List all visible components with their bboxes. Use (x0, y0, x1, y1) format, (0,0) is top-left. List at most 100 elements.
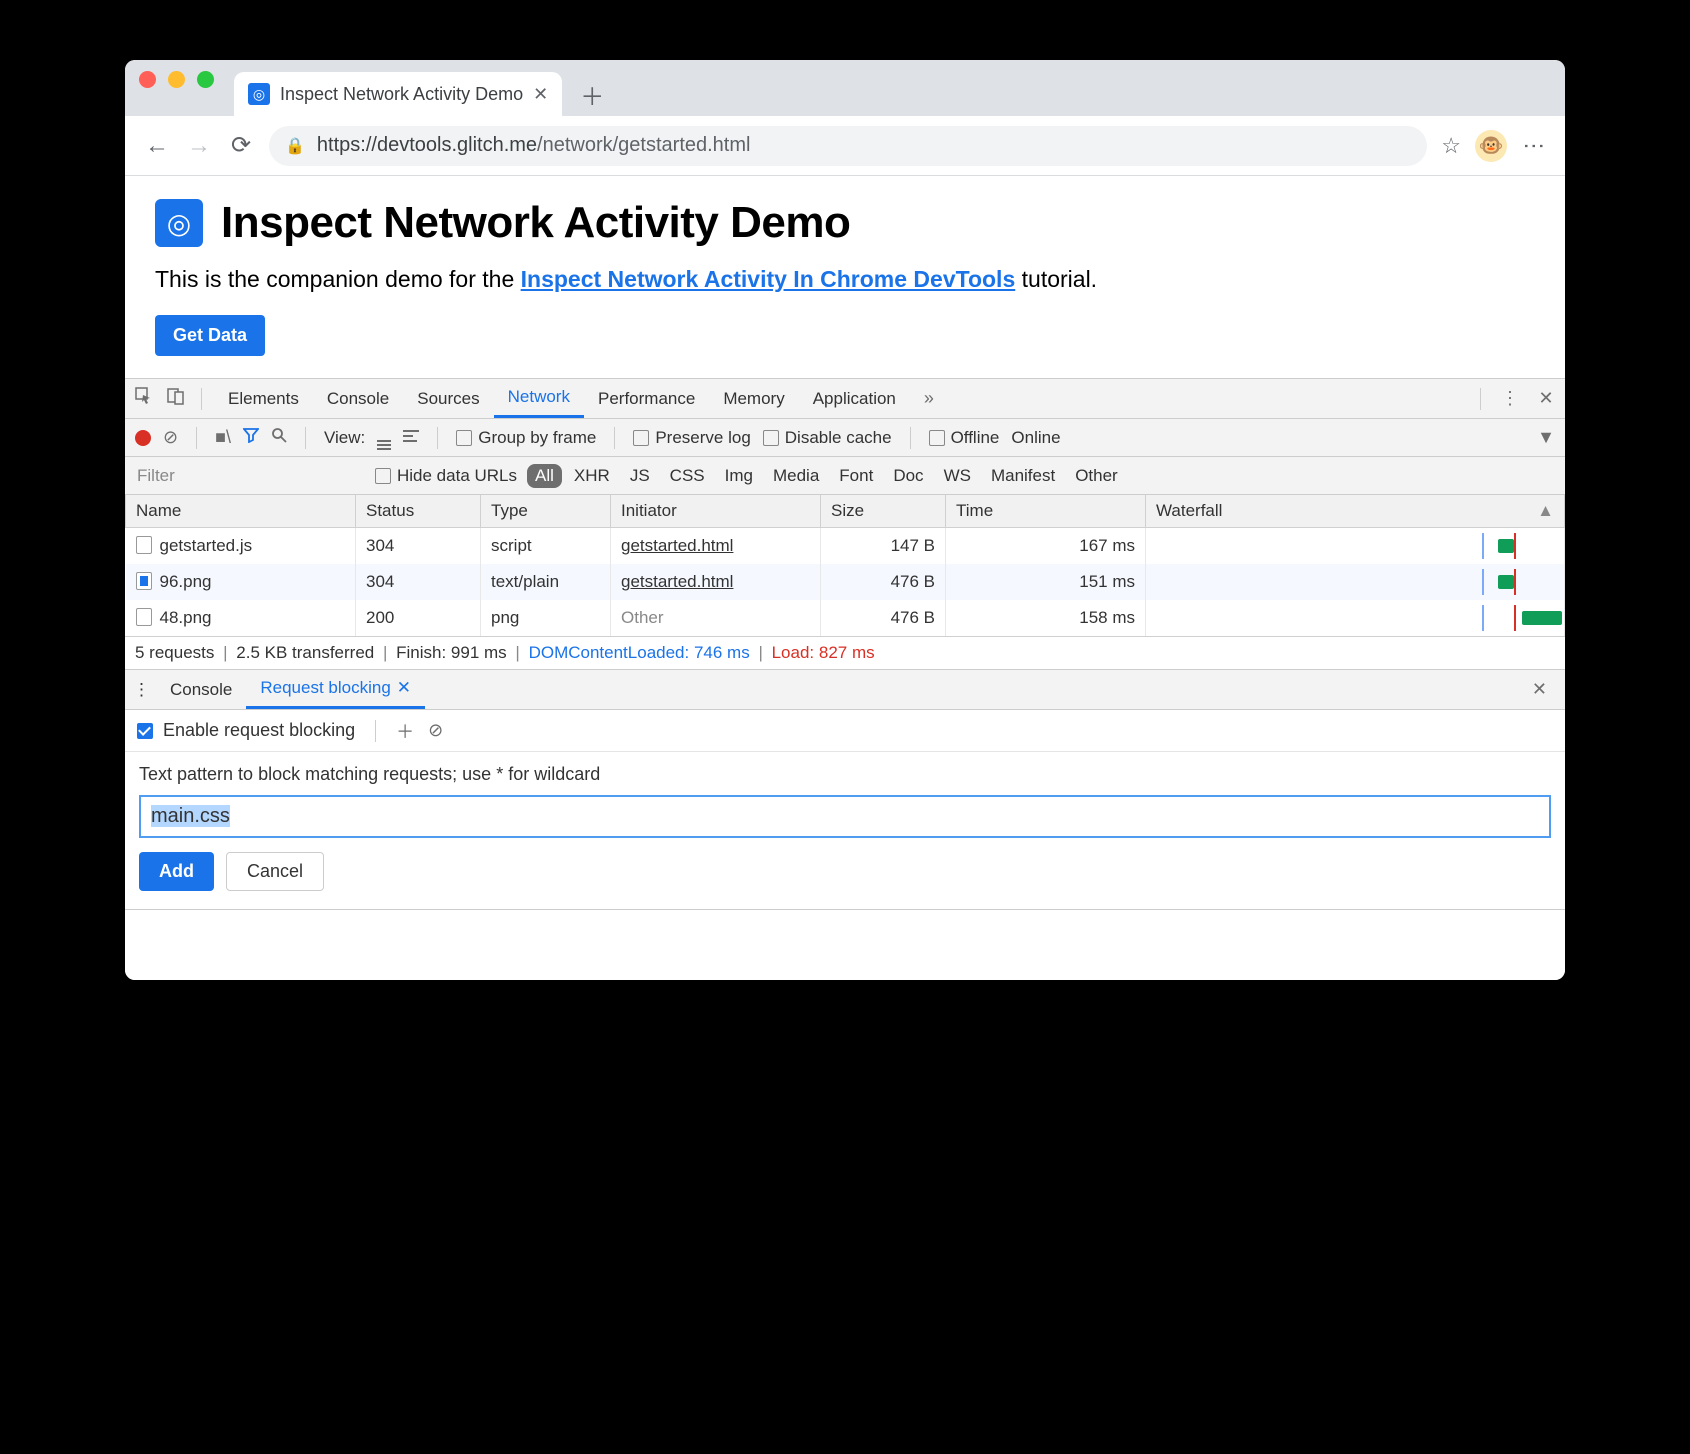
request-name: getstarted.js (160, 536, 253, 555)
window-minimize-button[interactable] (168, 71, 185, 88)
preserve-log-checkbox[interactable]: Preserve log (633, 428, 750, 448)
back-button[interactable]: ← (143, 132, 171, 160)
device-toolbar-icon[interactable] (163, 387, 189, 410)
devtools-tab-application[interactable]: Application (799, 379, 910, 418)
devtools-menu-icon[interactable]: ⋮ (1497, 388, 1523, 409)
column-header-initiator[interactable]: Initiator (611, 495, 821, 528)
filter-type-manifest[interactable]: Manifest (983, 466, 1063, 486)
inspect-element-icon[interactable] (131, 387, 157, 410)
request-size: 476 B (821, 564, 946, 600)
devtools-tab-sources[interactable]: Sources (403, 379, 493, 418)
disable-cache-checkbox[interactable]: Disable cache (763, 428, 892, 448)
column-header-status[interactable]: Status (356, 495, 481, 528)
add-pattern-icon[interactable]: ＋ (396, 718, 414, 744)
network-filter-bar: Hide data URLs AllXHRJSCSSImgMediaFontDo… (125, 457, 1565, 495)
request-initiator: getstarted.html (611, 564, 821, 600)
file-icon (136, 536, 152, 554)
devtools-tab-elements[interactable]: Elements (214, 379, 313, 418)
view-list-icon[interactable] (377, 426, 391, 450)
table-row[interactable]: 96.png304text/plaingetstarted.html476 B1… (126, 564, 1565, 600)
devtools-close-icon[interactable]: ✕ (1533, 388, 1559, 409)
close-icon[interactable]: ✕ (397, 678, 411, 698)
page-heading: Inspect Network Activity Demo (221, 198, 850, 248)
request-initiator: Other (611, 600, 821, 636)
devtools-tab-network[interactable]: Network (494, 379, 584, 418)
column-header-name[interactable]: Name (126, 495, 356, 528)
view-label: View: (324, 428, 365, 448)
filter-type-other[interactable]: Other (1067, 466, 1126, 486)
request-type: text/plain (481, 564, 611, 600)
window-close-button[interactable] (139, 71, 156, 88)
initiator-link[interactable]: getstarted.html (621, 572, 733, 591)
remove-all-icon[interactable]: ⊘ (428, 720, 443, 741)
filter-type-font[interactable]: Font (831, 466, 881, 486)
drawer-menu-icon[interactable]: ⋮ (133, 680, 150, 700)
add-button[interactable]: Add (139, 852, 214, 891)
offline-checkbox[interactable]: Offline (929, 428, 1000, 448)
devtools-tab-memory[interactable]: Memory (709, 379, 798, 418)
filter-type-js[interactable]: JS (622, 466, 658, 486)
group-by-frame-checkbox[interactable]: Group by frame (456, 428, 596, 448)
view-large-icon[interactable] (403, 427, 419, 448)
drawer-tab-request-blocking[interactable]: Request blocking ✕ (246, 670, 425, 709)
window-maximize-button[interactable] (197, 71, 214, 88)
filter-type-img[interactable]: Img (717, 466, 761, 486)
table-row[interactable]: getstarted.js304scriptgetstarted.html147… (126, 528, 1565, 565)
get-data-button[interactable]: Get Data (155, 315, 265, 356)
cancel-button[interactable]: Cancel (226, 852, 324, 891)
filter-type-css[interactable]: CSS (662, 466, 713, 486)
filter-type-all[interactable]: All (527, 464, 562, 488)
request-status: 200 (356, 600, 481, 636)
column-header-time[interactable]: Time (946, 495, 1146, 528)
online-label[interactable]: Online (1011, 428, 1060, 448)
page-intro: This is the companion demo for the Inspe… (155, 266, 1535, 293)
tab-title: Inspect Network Activity Demo (280, 84, 523, 105)
waterfall-bar (1156, 569, 1554, 595)
devtools-tab-console[interactable]: Console (313, 379, 403, 418)
initiator-link[interactable]: getstarted.html (621, 536, 733, 555)
window-controls (139, 60, 234, 116)
throttling-dropdown-icon[interactable]: ▼ (1537, 427, 1555, 448)
filter-type-ws[interactable]: WS (936, 466, 979, 486)
request-size: 147 B (821, 528, 946, 565)
hide-data-urls-checkbox[interactable]: Hide data URLs (375, 466, 517, 486)
profile-avatar[interactable]: 🐵 (1475, 130, 1507, 162)
drawer-close-icon[interactable]: ✕ (1532, 679, 1557, 700)
enable-request-blocking-checkbox[interactable]: Enable request blocking (137, 720, 355, 741)
pattern-input[interactable]: main.css (139, 795, 1551, 838)
filter-input[interactable] (125, 457, 375, 494)
more-tabs-icon[interactable]: » (916, 388, 942, 409)
browser-menu-icon[interactable]: ⋮ (1521, 135, 1547, 157)
tutorial-link[interactable]: Inspect Network Activity In Chrome DevTo… (521, 266, 1016, 292)
network-requests-table: NameStatusTypeInitiatorSizeTimeWaterfall… (125, 495, 1565, 636)
record-button[interactable] (135, 430, 151, 446)
tab-close-icon[interactable]: ✕ (533, 84, 548, 105)
request-blocking-panel: Enable request blocking ＋ ⊘ Text pattern… (125, 710, 1565, 910)
bookmark-star-icon[interactable]: ☆ (1441, 133, 1461, 159)
table-row[interactable]: 48.png200pngOther476 B158 ms (126, 600, 1565, 636)
filter-type-xhr[interactable]: XHR (566, 466, 618, 486)
camera-icon[interactable]: ■\ (215, 427, 231, 448)
browser-tab[interactable]: ◎ Inspect Network Activity Demo ✕ (234, 72, 562, 116)
request-name: 96.png (160, 572, 212, 591)
tab-strip: ◎ Inspect Network Activity Demo ✕ ＋ (125, 60, 1565, 116)
window-footer-blank (125, 910, 1565, 980)
new-tab-button[interactable]: ＋ (572, 74, 612, 114)
request-time: 167 ms (946, 528, 1146, 565)
browser-window: ◎ Inspect Network Activity Demo ✕ ＋ ← → … (125, 60, 1565, 980)
filter-type-media[interactable]: Media (765, 466, 827, 486)
reload-button[interactable]: ⟳ (227, 131, 255, 160)
search-icon[interactable] (271, 427, 287, 448)
clear-icon[interactable]: ⊘ (163, 427, 178, 448)
column-header-type[interactable]: Type (481, 495, 611, 528)
request-time: 151 ms (946, 564, 1146, 600)
devtools-tab-performance[interactable]: Performance (584, 379, 709, 418)
drawer-tab-console[interactable]: Console (156, 670, 246, 709)
filter-type-doc[interactable]: Doc (885, 466, 931, 486)
filter-icon[interactable] (243, 427, 259, 448)
request-initiator: getstarted.html (611, 528, 821, 565)
forward-button[interactable]: → (185, 132, 213, 160)
column-header-size[interactable]: Size (821, 495, 946, 528)
column-header-waterfall[interactable]: Waterfall▲ (1146, 495, 1565, 528)
address-bar[interactable]: 🔒 https://devtools.glitch.me/network/get… (269, 126, 1427, 166)
